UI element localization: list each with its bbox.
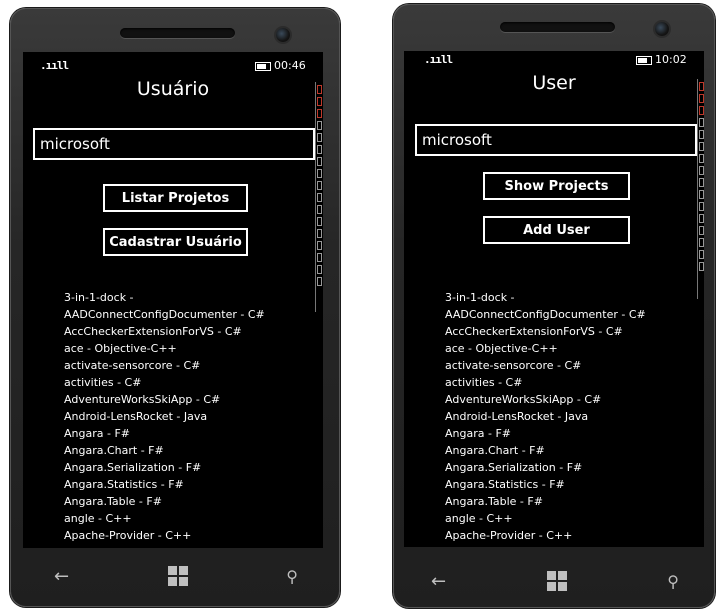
list-item[interactable]: Android-LensRocket - Java	[445, 408, 646, 425]
front-camera	[655, 22, 669, 36]
list-item[interactable]: Angara.Table - F#	[445, 493, 646, 510]
list-item[interactable]: AccCheckerExtensionForVS - C#	[64, 323, 265, 340]
username-input[interactable]: microsoft	[33, 128, 315, 160]
list-item[interactable]: activate-sensorcore - C#	[445, 357, 646, 374]
navigation-bar: ← ⚲	[54, 564, 298, 588]
list-projects-button[interactable]: Listar Projetos	[103, 184, 248, 212]
list-item[interactable]: AADConnectConfigDocumenter - C#	[64, 306, 265, 323]
list-item[interactable]: Android-LensRocket - Java	[64, 408, 265, 425]
signal-strength-icon: .ııll	[40, 59, 69, 72]
list-item[interactable]: Angara.Chart - F#	[64, 442, 265, 459]
list-item[interactable]: AdventureWorksSkiApp - C#	[445, 391, 646, 408]
list-item[interactable]: Angara.Serialization - F#	[64, 459, 265, 476]
status-time: 10:02	[655, 53, 687, 66]
username-input[interactable]: microsoft	[415, 124, 697, 156]
back-arrow-icon[interactable]: ←	[54, 566, 69, 587]
list-item[interactable]: AdventureWorksSkiApp - C#	[64, 391, 265, 408]
list-item[interactable]: AADConnectConfigDocumenter - C#	[445, 306, 646, 323]
list-item[interactable]: Apache-Provider - C++	[64, 527, 265, 544]
list-item[interactable]: AccCheckerExtensionForVS - C#	[445, 323, 646, 340]
list-item[interactable]: 3-in-1-dock -	[64, 289, 265, 306]
signal-strength-icon: .ııll	[424, 53, 453, 66]
phone-right: .ııll 10:02 User microsoft Show Projects…	[393, 4, 715, 608]
project-list: 3-in-1-dock - AADConnectConfigDocumenter…	[64, 289, 265, 544]
add-user-button[interactable]: Cadastrar Usuário	[103, 228, 248, 256]
list-item[interactable]: Angara.Statistics - F#	[445, 476, 646, 493]
list-item[interactable]: activities - C#	[445, 374, 646, 391]
list-item[interactable]: angle - C++	[64, 510, 265, 527]
screen-left: .ııll 00:46 Usuário microsoft Listar Pro…	[23, 52, 323, 548]
battery-icon	[636, 55, 652, 65]
list-item[interactable]: activities - C#	[64, 374, 265, 391]
search-icon[interactable]: ⚲	[667, 572, 679, 591]
project-list: 3-in-1-dock - AADConnectConfigDocumenter…	[445, 289, 646, 544]
status-time: 00:46	[274, 59, 306, 72]
status-clock: 00:46	[255, 59, 306, 72]
windows-start-icon[interactable]	[167, 566, 188, 586]
list-item[interactable]: Angara.Table - F#	[64, 493, 265, 510]
page-title: User	[532, 72, 576, 94]
page-title: Usuário	[136, 78, 210, 100]
front-camera	[276, 28, 290, 42]
windows-start-icon[interactable]	[546, 571, 567, 591]
battery-icon	[255, 61, 271, 71]
list-item[interactable]: Angara - F#	[64, 425, 265, 442]
debug-frame-counter	[697, 79, 704, 299]
search-icon[interactable]: ⚲	[286, 567, 298, 586]
list-item[interactable]: ace - Objective-C++	[64, 340, 265, 357]
debug-frame-counter	[315, 82, 323, 312]
list-item[interactable]: Angara.Statistics - F#	[64, 476, 265, 493]
earpiece-speaker	[500, 22, 615, 32]
add-user-button[interactable]: Add User	[483, 216, 630, 244]
phone-left: .ııll 00:46 Usuário microsoft Listar Pro…	[10, 8, 340, 607]
list-item[interactable]: activate-sensorcore - C#	[64, 357, 265, 374]
earpiece-speaker	[120, 28, 235, 38]
list-item[interactable]: ace - Objective-C++	[445, 340, 646, 357]
list-item[interactable]: Angara.Serialization - F#	[445, 459, 646, 476]
back-arrow-icon[interactable]: ←	[431, 571, 446, 592]
status-clock: 10:02	[636, 53, 687, 66]
list-item[interactable]: 3-in-1-dock -	[445, 289, 646, 306]
list-item[interactable]: Angara.Chart - F#	[445, 442, 646, 459]
list-item[interactable]: Apache-Provider - C++	[445, 527, 646, 544]
show-projects-button[interactable]: Show Projects	[483, 172, 630, 200]
screen-right: .ııll 10:02 User microsoft Show Projects…	[404, 51, 704, 547]
navigation-bar: ← ⚲	[431, 569, 679, 593]
list-item[interactable]: Angara - F#	[445, 425, 646, 442]
list-item[interactable]: angle - C++	[445, 510, 646, 527]
